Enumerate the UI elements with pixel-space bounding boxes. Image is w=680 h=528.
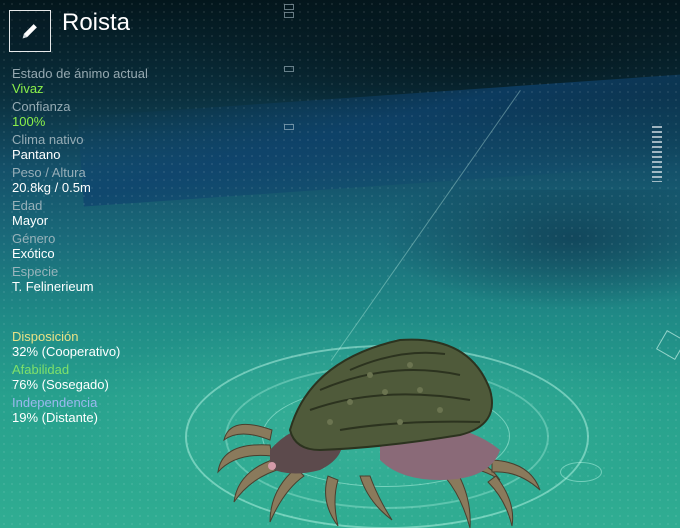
stat-mood: Estado de ánimo actual Vivaz (12, 66, 148, 96)
stat-weight-height: Peso / Altura 20.8kg / 0.5m (12, 165, 148, 195)
stat-gender: Género Exótico (12, 231, 148, 261)
stat-label: Género (12, 231, 56, 246)
scanner-marker-ring (560, 462, 602, 482)
creature-info-panel: Estado de ánimo actual Vivaz Confianza 1… (12, 66, 148, 297)
stat-value: T. Felinerieum (12, 279, 94, 294)
trait-label: Afabilidad (12, 362, 70, 377)
creature-name: Roista (62, 9, 131, 36)
stat-label: Confianza (12, 99, 71, 114)
hud-marker (284, 124, 294, 130)
stat-value: Exótico (12, 246, 55, 261)
stat-label: Estado de ánimo actual (12, 66, 148, 81)
stat-label: Clima nativo (12, 132, 84, 147)
trait-label: Independencia (12, 395, 98, 410)
stat-label: Peso / Altura (12, 165, 86, 180)
trait-independence: Independencia 19% (Distante) (12, 395, 120, 425)
trait-value: 32% (Cooperativo) (12, 344, 121, 359)
trait-label: Disposición (12, 329, 79, 344)
rename-button[interactable] (9, 10, 51, 52)
pencil-icon (22, 24, 37, 39)
hud-marker (284, 4, 294, 10)
stat-value: 100% (12, 114, 46, 129)
scale-ticks (652, 126, 662, 182)
trait-disposition: Disposición 32% (Cooperativo) (12, 329, 120, 359)
trait-affability: Afabilidad 76% (Sosegado) (12, 362, 120, 392)
stat-label: Edad (12, 198, 43, 213)
creature-model (217, 338, 541, 528)
stat-label: Especie (12, 264, 59, 279)
stat-trust: Confianza 100% (12, 99, 148, 129)
stat-value: Pantano (12, 147, 61, 162)
stat-climate: Clima nativo Pantano (12, 132, 148, 162)
stat-value: Vivaz (12, 81, 44, 96)
hud-marker (284, 66, 294, 72)
hud-marker (284, 12, 294, 18)
personality-traits: Disposición 32% (Cooperativo) Afabilidad… (12, 329, 120, 428)
trait-value: 19% (Distante) (12, 410, 98, 425)
stat-species: Especie T. Felinerieum (12, 264, 148, 294)
stat-value: 20.8kg / 0.5m (12, 180, 91, 195)
stat-age: Edad Mayor (12, 198, 148, 228)
trait-value: 76% (Sosegado) (12, 377, 109, 392)
stat-value: Mayor (12, 213, 49, 228)
